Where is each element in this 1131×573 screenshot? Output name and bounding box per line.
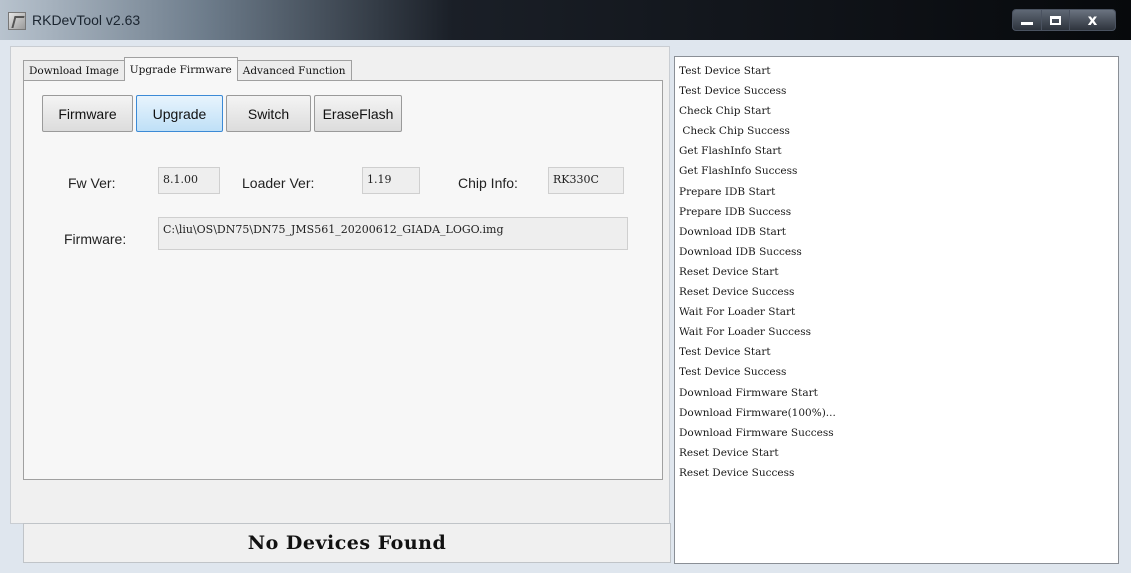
tab-upgrade-firmware[interactable]: Upgrade Firmware bbox=[123, 57, 238, 81]
log-line: Download Firmware Start bbox=[679, 386, 818, 399]
log-line: Prepare IDB Start bbox=[679, 185, 776, 198]
minimize-icon bbox=[1021, 21, 1033, 25]
log-line: Reset Device Start bbox=[679, 446, 779, 459]
log-line: Test Device Success bbox=[679, 85, 787, 98]
firmware-path-field: C:\liu\OS\DN75\DN75_JMS561_20200612_GIAD… bbox=[158, 217, 628, 250]
log-line: Reset Device Start bbox=[679, 265, 779, 278]
log-output[interactable]: Test Device Start Test Device Success Ch… bbox=[674, 56, 1119, 564]
log-line: Get FlashInfo Start bbox=[679, 145, 782, 158]
firmware-label: Firmware: bbox=[64, 231, 127, 247]
log-line: Test Device Start bbox=[679, 65, 771, 77]
app-window: RKDevTool v2.63 x Download Image Upgrade… bbox=[0, 0, 1131, 573]
app-icon bbox=[8, 12, 26, 30]
tab-strip: Download Image Upgrade Firmware Advanced… bbox=[23, 57, 352, 81]
log-line: Download IDB Start bbox=[679, 225, 787, 238]
log-line: Check Chip Success bbox=[679, 125, 790, 138]
switch-button[interactable]: Switch bbox=[226, 95, 311, 132]
log-line: Download Firmware Success bbox=[679, 426, 834, 439]
chip-info-label: Chip Info: bbox=[458, 175, 518, 191]
fw-ver-field: 8.1.00 bbox=[158, 167, 220, 194]
log-line: Wait For Loader Start bbox=[679, 306, 796, 319]
minimize-button[interactable] bbox=[1012, 9, 1042, 31]
log-line: Download IDB Success bbox=[679, 245, 802, 258]
main-panel: Download Image Upgrade Firmware Advanced… bbox=[10, 46, 671, 563]
title-bar[interactable]: RKDevTool v2.63 x bbox=[0, 0, 1131, 40]
log-line: Wait For Loader Success bbox=[679, 326, 811, 339]
loader-ver-label: Loader Ver: bbox=[242, 175, 315, 191]
log-line: Check Chip Start bbox=[679, 105, 771, 118]
loader-ver-field: 1.19 bbox=[362, 167, 420, 194]
log-line: Prepare IDB Success bbox=[679, 205, 792, 218]
tab-download-image[interactable]: Download Image bbox=[23, 60, 125, 81]
log-line: Get FlashInfo Success bbox=[679, 165, 798, 178]
caption-buttons: x bbox=[1012, 9, 1116, 31]
upgrade-button[interactable]: Upgrade bbox=[136, 95, 223, 132]
close-button[interactable]: x bbox=[1070, 9, 1116, 31]
log-line: Download Firmware(100%)... bbox=[679, 406, 836, 419]
fw-ver-label: Fw Ver: bbox=[68, 175, 116, 191]
maximize-icon bbox=[1050, 15, 1061, 25]
log-line: Reset Device Success bbox=[679, 466, 795, 479]
firmware-button[interactable]: Firmware bbox=[42, 95, 133, 132]
log-line: Test Device Start bbox=[679, 346, 771, 359]
upgrade-firmware-page: Firmware Upgrade Switch EraseFlash Fw Ve… bbox=[23, 80, 663, 480]
chip-info-field: RK330C bbox=[548, 167, 624, 194]
maximize-button[interactable] bbox=[1042, 9, 1070, 31]
log-line: Reset Device Success bbox=[679, 286, 795, 299]
window-title: RKDevTool v2.63 bbox=[32, 12, 141, 28]
close-icon: x bbox=[1087, 11, 1098, 29]
erase-flash-button[interactable]: EraseFlash bbox=[314, 95, 402, 132]
log-line: Test Device Success bbox=[679, 366, 787, 379]
device-status: No Devices Found bbox=[23, 523, 671, 563]
tab-advanced-function[interactable]: Advanced Function bbox=[236, 60, 352, 81]
